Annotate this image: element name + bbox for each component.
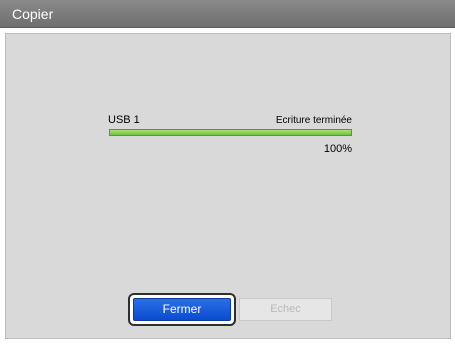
copy-dialog: Copier USB 1 Ecriture terminée 100% Ferm… — [0, 0, 455, 344]
fail-button: Echec — [239, 298, 332, 321]
device-name: USB 1 — [108, 114, 140, 126]
progress-percent: 100% — [323, 143, 352, 155]
device-status: Ecriture terminée — [275, 115, 352, 126]
progress-bar — [109, 129, 352, 136]
content-panel: USB 1 Ecriture terminée 100% Fermer Eche… — [5, 33, 451, 339]
window-title: Copier — [12, 6, 54, 22]
title-bar: Copier — [0, 0, 455, 28]
progress-fill — [110, 130, 351, 135]
close-button[interactable]: Fermer — [133, 298, 231, 321]
